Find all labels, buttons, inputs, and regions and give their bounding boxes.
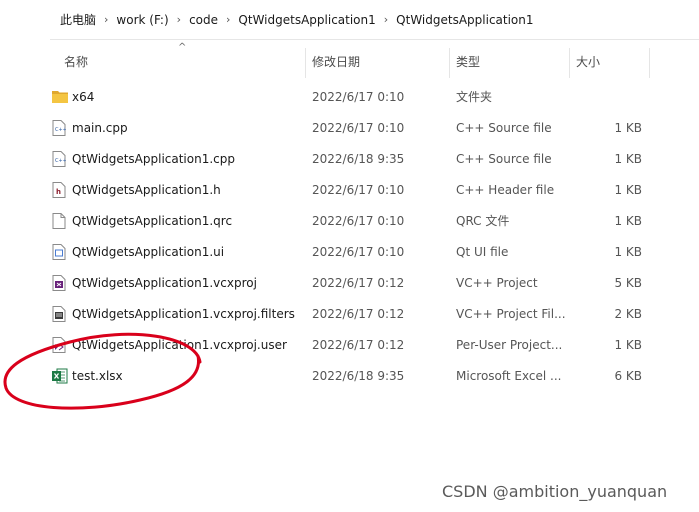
file-size: 1 KB bbox=[614, 121, 642, 135]
file-name: QtWidgetsApplication1.qrc bbox=[72, 214, 233, 228]
file-row[interactable]: h QtWidgetsApplication1.h 2022/6/17 0:10… bbox=[50, 173, 650, 204]
breadcrumb-item-this-pc[interactable]: 此电脑 bbox=[50, 11, 102, 28]
file-type: VC++ Project bbox=[456, 276, 538, 290]
file-type: QRC 文件 bbox=[456, 214, 510, 228]
file-type: 文件夹 bbox=[456, 90, 493, 104]
chevron-right-icon: › bbox=[104, 13, 109, 26]
file-size: 1 KB bbox=[614, 245, 642, 259]
file-name: QtWidgetsApplication1.h bbox=[72, 183, 221, 197]
file-name: QtWidgetsApplication1.vcxproj.user bbox=[72, 338, 287, 352]
chevron-right-icon: › bbox=[226, 13, 231, 26]
file-date: 2022/6/17 0:12 bbox=[312, 338, 405, 352]
file-row[interactable]: C++ QtWidgetsApplication1.cpp 2022/6/18 … bbox=[50, 142, 650, 173]
svg-text:C++: C++ bbox=[55, 158, 66, 164]
breadcrumb-item-code[interactable]: code bbox=[183, 13, 224, 27]
file-date: 2022/6/17 0:10 bbox=[312, 245, 405, 259]
file-date: 2022/6/17 0:12 bbox=[312, 276, 405, 290]
watermark: CSDN @ambition_yuanquan bbox=[442, 482, 668, 501]
file-date: 2022/6/18 9:35 bbox=[312, 152, 405, 166]
file-row[interactable]: QtWidgetsApplication1.vcxproj.filters 20… bbox=[50, 297, 650, 328]
cpp-file-icon: C++ bbox=[52, 151, 66, 167]
column-divider[interactable] bbox=[649, 48, 650, 78]
breadcrumb-item-drive[interactable]: work (F:) bbox=[110, 13, 174, 27]
file-size: 1 KB bbox=[614, 152, 642, 166]
file-date: 2022/6/17 0:10 bbox=[312, 183, 405, 197]
breadcrumb-item-project[interactable]: QtWidgetsApplication1 bbox=[390, 13, 539, 27]
file-size: 1 KB bbox=[614, 183, 642, 197]
ui-file-icon bbox=[52, 244, 66, 260]
filters-file-icon bbox=[52, 306, 66, 322]
file-type: C++ Source file bbox=[456, 121, 552, 135]
file-type: C++ Header file bbox=[456, 183, 555, 197]
file-row[interactable]: QtWidgetsApplication1.vcxproj.user 2022/… bbox=[50, 328, 650, 359]
breadcrumb-item-project-root[interactable]: QtWidgetsApplication1 bbox=[232, 13, 381, 27]
column-header-date[interactable]: 修改日期 bbox=[306, 40, 450, 78]
file-name: main.cpp bbox=[72, 121, 128, 135]
cpp-file-icon: C++ bbox=[52, 120, 66, 136]
file-name: test.xlsx bbox=[72, 369, 123, 383]
column-header: ^ 名称 修改日期 类型 大小 bbox=[50, 40, 699, 78]
file-name: x64 bbox=[72, 90, 95, 104]
file-type: C++ Source file bbox=[456, 152, 552, 166]
file-row[interactable]: QtWidgetsApplication1.qrc 2022/6/17 0:10… bbox=[50, 204, 650, 235]
file-name: QtWidgetsApplication1.vcxproj bbox=[72, 276, 257, 290]
file-row[interactable]: C++ main.cpp 2022/6/17 0:10 C++ Source f… bbox=[50, 111, 650, 142]
user-file-icon bbox=[52, 337, 66, 353]
file-name: QtWidgetsApplication1.vcxproj.filters bbox=[72, 307, 295, 321]
file-date: 2022/6/18 9:35 bbox=[312, 369, 405, 383]
column-header-name[interactable]: 名称 bbox=[58, 40, 304, 78]
file-size: 5 KB bbox=[614, 276, 642, 290]
file-type: Per-User Project... bbox=[456, 338, 563, 352]
breadcrumb: 此电脑 › work (F:) › code › QtWidgetsApplic… bbox=[50, 0, 699, 40]
file-date: 2022/6/17 0:10 bbox=[312, 90, 405, 104]
file-date: 2022/6/17 0:10 bbox=[312, 214, 405, 228]
vcxproj-file-icon bbox=[52, 275, 66, 291]
folder-icon bbox=[52, 91, 68, 103]
file-row[interactable]: test.xlsx 2022/6/18 9:35 Microsoft Excel… bbox=[50, 359, 650, 390]
excel-file-icon bbox=[52, 368, 68, 384]
blank-file-icon bbox=[52, 213, 66, 229]
file-type: Qt UI file bbox=[456, 245, 509, 259]
file-date: 2022/6/17 0:12 bbox=[312, 307, 405, 321]
file-name: QtWidgetsApplication1.ui bbox=[72, 245, 225, 259]
column-header-type[interactable]: 类型 bbox=[450, 40, 568, 78]
file-type: Microsoft Excel ... bbox=[456, 369, 562, 383]
file-row[interactable]: QtWidgetsApplication1.ui 2022/6/17 0:10 … bbox=[50, 235, 650, 266]
svg-text:C++: C++ bbox=[55, 127, 66, 133]
header-file-icon: h bbox=[52, 182, 66, 198]
column-header-size[interactable]: 大小 bbox=[570, 40, 648, 78]
file-size: 6 KB bbox=[614, 369, 642, 383]
file-size: 1 KB bbox=[614, 338, 642, 352]
file-date: 2022/6/17 0:10 bbox=[312, 121, 405, 135]
file-row[interactable]: x64 2022/6/17 0:10 文件夹 bbox=[50, 80, 650, 111]
file-row[interactable]: QtWidgetsApplication1.vcxproj 2022/6/17 … bbox=[50, 266, 650, 297]
chevron-right-icon: › bbox=[176, 13, 182, 26]
file-name: QtWidgetsApplication1.cpp bbox=[72, 152, 235, 166]
chevron-right-icon: › bbox=[383, 13, 389, 26]
file-type: VC++ Project Fil... bbox=[456, 307, 566, 321]
svg-text:h: h bbox=[56, 188, 61, 196]
file-size: 1 KB bbox=[614, 214, 642, 228]
file-size: 2 KB bbox=[614, 307, 642, 321]
